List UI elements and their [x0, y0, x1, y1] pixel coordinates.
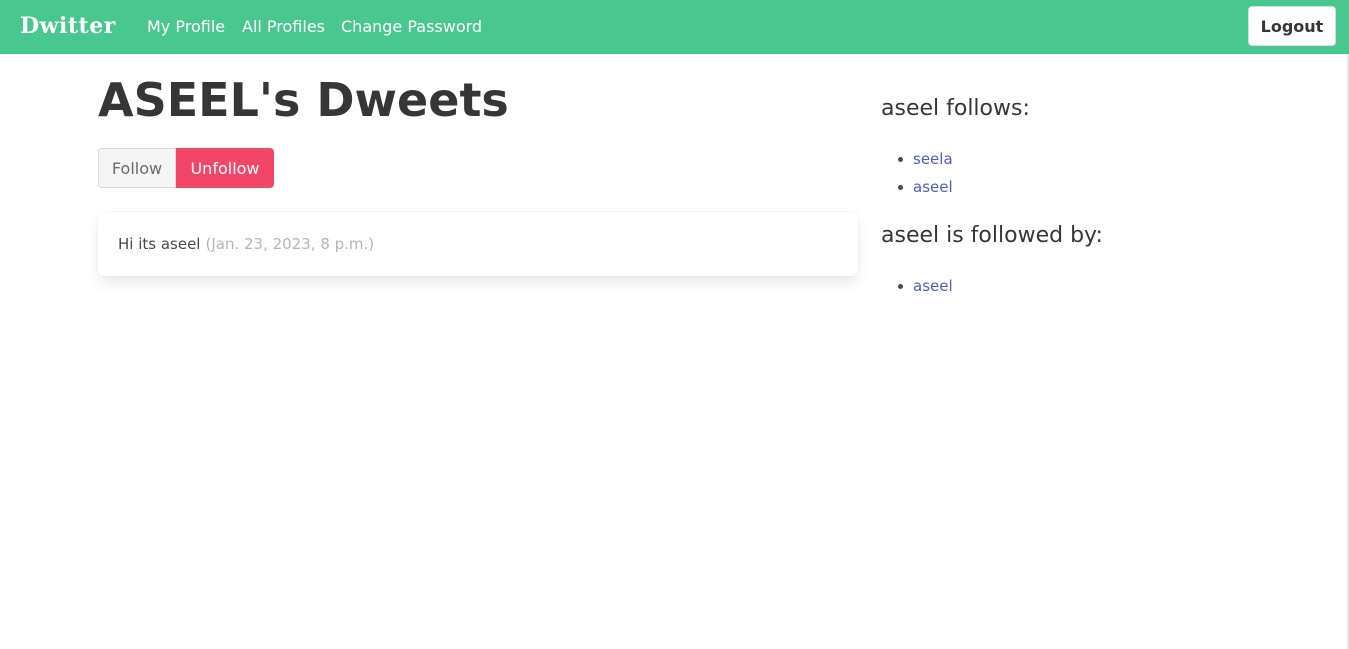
navbar: Dwitter My Profile All Profiles Change P…	[0, 0, 1349, 54]
followed-by-user-link[interactable]: aseel	[913, 277, 953, 295]
follow-button-group: Follow Unfollow	[98, 148, 274, 188]
brand-logo[interactable]: Dwitter	[20, 12, 116, 40]
list-item: aseel	[898, 173, 953, 201]
nav-all-profiles-link[interactable]: All Profiles	[242, 16, 325, 38]
page-title: ASEEL's Dweets	[98, 73, 509, 127]
followed-by-heading: aseel is followed by:	[881, 223, 1103, 248]
dweet-body: Hi its aseel	[118, 235, 201, 253]
follows-heading: aseel follows:	[881, 96, 1030, 121]
list-item: aseel	[898, 272, 953, 300]
dweet-card: Hi its aseel (Jan. 23, 2023, 8 p.m.)	[98, 212, 858, 276]
unfollow-button[interactable]: Unfollow	[176, 148, 274, 188]
list-item: seela	[898, 145, 953, 173]
logout-button[interactable]: Logout	[1248, 6, 1336, 46]
follows-list: seela aseel	[898, 145, 953, 201]
followed-by-list: aseel	[898, 272, 953, 300]
nav-my-profile-link[interactable]: My Profile	[147, 16, 225, 38]
follow-button[interactable]: Follow	[98, 148, 176, 188]
dweet-date: (Jan. 23, 2023, 8 p.m.)	[205, 235, 375, 253]
nav-change-password-link[interactable]: Change Password	[341, 16, 482, 38]
follows-user-link[interactable]: aseel	[913, 178, 953, 196]
follows-user-link[interactable]: seela	[913, 150, 953, 168]
